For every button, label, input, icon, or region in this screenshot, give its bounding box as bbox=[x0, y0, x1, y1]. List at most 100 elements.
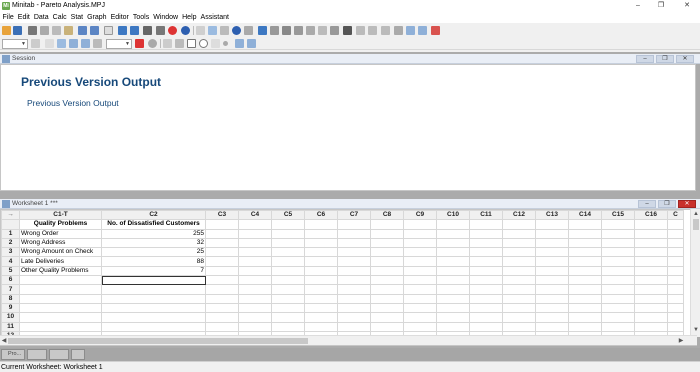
data-cell[interactable] bbox=[337, 265, 371, 277]
data-cell[interactable] bbox=[337, 228, 371, 239]
data-cell[interactable] bbox=[469, 228, 503, 239]
data-cell[interactable] bbox=[19, 284, 102, 295]
data-cell[interactable] bbox=[271, 275, 305, 286]
row-number[interactable]: 1 bbox=[1, 228, 20, 239]
data-cell[interactable] bbox=[304, 321, 338, 332]
select-icon[interactable] bbox=[394, 26, 403, 35]
replace-icon[interactable] bbox=[156, 26, 165, 35]
tile-windows-icon[interactable] bbox=[270, 26, 279, 35]
open-project-icon[interactable] bbox=[2, 26, 11, 35]
data-cell[interactable] bbox=[601, 284, 635, 295]
data-cell[interactable] bbox=[667, 256, 684, 267]
data-cell[interactable] bbox=[271, 293, 305, 304]
graphs-icon[interactable] bbox=[220, 26, 229, 35]
data-cell[interactable] bbox=[568, 256, 602, 267]
worksheet-icon[interactable] bbox=[208, 26, 217, 35]
data-cell[interactable]: Wrong Order bbox=[19, 228, 102, 239]
ellipse-tool-icon[interactable] bbox=[199, 39, 208, 48]
menu-calc[interactable]: Calc bbox=[50, 12, 68, 23]
data-cell[interactable] bbox=[667, 284, 684, 295]
data-cell[interactable] bbox=[502, 284, 536, 295]
row-number[interactable]: 3 bbox=[1, 247, 20, 258]
column-header-c2[interactable]: C2 bbox=[101, 210, 206, 221]
data-cell[interactable] bbox=[370, 228, 404, 239]
data-cell[interactable] bbox=[304, 237, 338, 249]
column-name-cell[interactable] bbox=[568, 219, 602, 230]
data-cell[interactable] bbox=[403, 256, 437, 267]
data-cell[interactable] bbox=[19, 293, 102, 304]
chart-line-icon[interactable] bbox=[57, 39, 66, 48]
data-cell[interactable] bbox=[634, 265, 668, 277]
column-name-cell[interactable] bbox=[304, 219, 338, 230]
related-docs-icon[interactable] bbox=[318, 26, 327, 35]
layout-icon[interactable] bbox=[294, 26, 303, 35]
row-number[interactable]: 5 bbox=[1, 265, 20, 277]
data-cell[interactable] bbox=[502, 312, 536, 323]
data-cell[interactable] bbox=[634, 302, 668, 314]
data-cell[interactable] bbox=[436, 237, 470, 249]
data-cell[interactable] bbox=[205, 265, 239, 277]
cut-icon[interactable] bbox=[40, 26, 49, 35]
data-cell[interactable] bbox=[535, 228, 569, 239]
data-cell[interactable] bbox=[601, 237, 635, 249]
data-cell[interactable]: 32 bbox=[101, 237, 206, 249]
data-cell[interactable] bbox=[370, 321, 404, 332]
minimized-window-tab-4[interactable] bbox=[71, 349, 85, 360]
data-cell[interactable] bbox=[205, 321, 239, 332]
data-cell[interactable] bbox=[238, 284, 272, 295]
data-cell[interactable] bbox=[238, 256, 272, 267]
copy-icon[interactable] bbox=[52, 26, 61, 35]
info-icon[interactable] bbox=[232, 26, 241, 35]
data-cell[interactable] bbox=[601, 265, 635, 277]
menu-window[interactable]: Window bbox=[151, 12, 180, 23]
data-cell[interactable] bbox=[502, 321, 536, 332]
worksheet-window-header[interactable]: Worksheet 1 *** – ❐ ✕ bbox=[0, 199, 700, 209]
data-cell[interactable] bbox=[337, 275, 371, 286]
column-name-cell[interactable] bbox=[667, 219, 684, 230]
data-cell[interactable] bbox=[568, 284, 602, 295]
data-cell[interactable]: Other Quality Problems bbox=[19, 265, 102, 277]
column-name-cell[interactable]: No. of Dissatisfied Customers bbox=[101, 219, 206, 230]
data-cell[interactable] bbox=[370, 237, 404, 249]
data-cell[interactable] bbox=[337, 247, 371, 258]
undo-icon[interactable] bbox=[78, 26, 87, 35]
row-number[interactable]: 2 bbox=[1, 237, 20, 249]
data-cell[interactable] bbox=[304, 275, 338, 286]
data-cell[interactable] bbox=[370, 265, 404, 277]
data-cell[interactable] bbox=[667, 321, 684, 332]
data-cell[interactable] bbox=[304, 293, 338, 304]
data-cell[interactable] bbox=[238, 228, 272, 239]
data-cell[interactable] bbox=[601, 302, 635, 314]
data-cell[interactable] bbox=[238, 293, 272, 304]
data-cell[interactable] bbox=[370, 256, 404, 267]
data-cell[interactable] bbox=[403, 228, 437, 239]
data-cell[interactable] bbox=[634, 293, 668, 304]
data-cell[interactable] bbox=[337, 256, 371, 267]
data-cell[interactable] bbox=[304, 312, 338, 323]
column-header-c12[interactable]: C12 bbox=[502, 210, 536, 221]
session-restore-button[interactable]: ❐ bbox=[656, 55, 674, 63]
data-cell[interactable] bbox=[436, 228, 470, 239]
data-cell[interactable] bbox=[469, 321, 503, 332]
data-cell[interactable]: Late Deliveries bbox=[19, 256, 102, 267]
data-cell[interactable] bbox=[101, 321, 206, 332]
row-number[interactable]: 8 bbox=[1, 293, 20, 304]
data-cell[interactable] bbox=[469, 275, 503, 286]
data-cell[interactable] bbox=[634, 228, 668, 239]
data-cell[interactable] bbox=[337, 293, 371, 304]
data-cell[interactable]: Wrong Address bbox=[19, 237, 102, 249]
data-cell[interactable] bbox=[238, 302, 272, 314]
data-cell[interactable] bbox=[535, 275, 569, 286]
column-header-c13[interactable]: C13 bbox=[535, 210, 569, 221]
data-cell[interactable] bbox=[403, 237, 437, 249]
insert-row-below-icon[interactable] bbox=[130, 26, 139, 35]
scroll-up-icon[interactable]: ▲ bbox=[692, 210, 700, 218]
add-icon[interactable] bbox=[69, 39, 78, 48]
data-cell[interactable] bbox=[436, 293, 470, 304]
data-cell[interactable] bbox=[101, 284, 206, 295]
data-cell[interactable] bbox=[634, 256, 668, 267]
row-number[interactable]: 4 bbox=[1, 256, 20, 267]
data-cell[interactable] bbox=[337, 302, 371, 314]
data-cell[interactable] bbox=[238, 312, 272, 323]
column-header-c4[interactable]: C4 bbox=[238, 210, 272, 221]
